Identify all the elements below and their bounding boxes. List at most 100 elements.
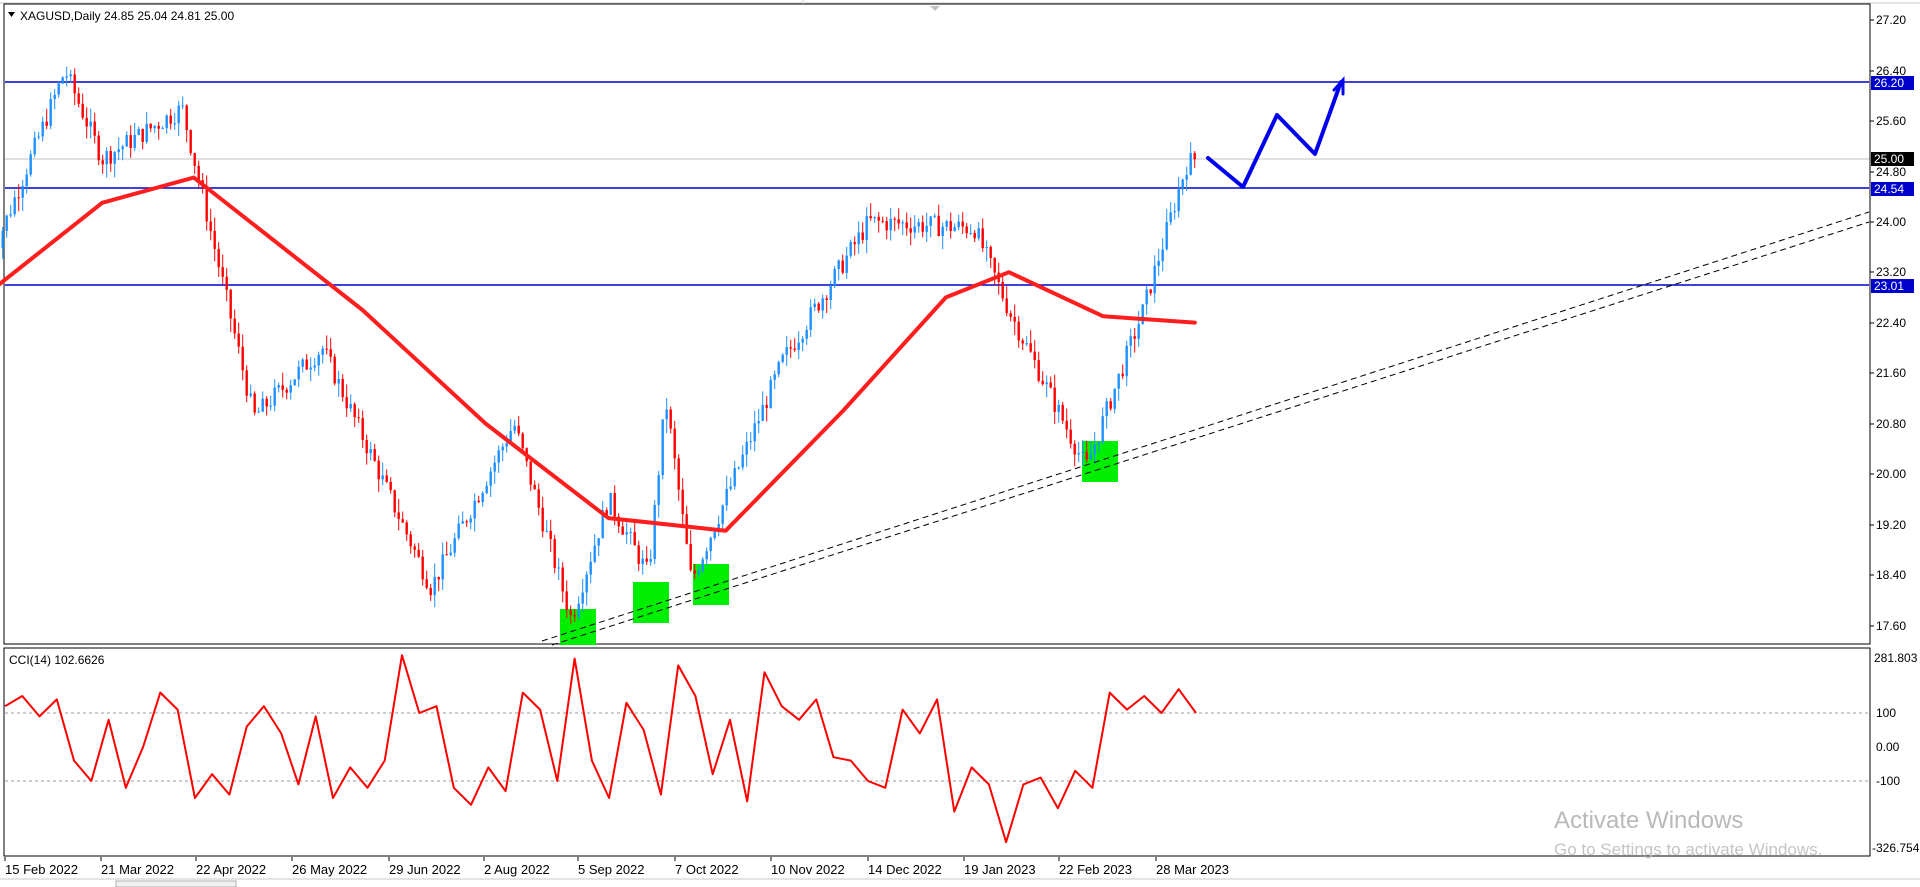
candle-bull xyxy=(1057,405,1060,412)
candle-bear xyxy=(353,404,356,418)
time-axis: 15 Feb 2022 21 Mar 2022 22 Apr 2022 26 M… xyxy=(4,857,1229,877)
candle-bear xyxy=(1193,153,1196,160)
price-panel[interactable] xyxy=(3,3,1871,645)
candle-bear xyxy=(185,105,188,131)
candle-bull xyxy=(957,221,960,228)
candle-bear xyxy=(573,615,576,617)
candle-bull xyxy=(301,359,304,367)
candle-bull xyxy=(917,222,920,227)
trading-chart[interactable]: 27.20 26.40 25.60 24.80 24.00 23.20 22.4… xyxy=(0,0,1920,887)
candle-bull xyxy=(1189,153,1192,175)
candle-bull xyxy=(597,538,600,546)
candle-bull xyxy=(1045,382,1048,385)
candle-bull xyxy=(37,136,40,138)
candle-bull xyxy=(757,421,760,424)
candle-bull xyxy=(913,226,916,233)
candle-bull xyxy=(369,449,372,454)
date-label: 5 Sep 2022 xyxy=(578,862,645,877)
candle-bear xyxy=(909,228,912,233)
candle-bear xyxy=(409,534,412,547)
candle-bull xyxy=(837,260,840,269)
candle-bear xyxy=(1121,373,1124,377)
candle-bear xyxy=(197,165,200,181)
candle-bull xyxy=(585,574,588,593)
date-label: 28 Mar 2023 xyxy=(1156,862,1229,877)
price-label: 21.60 xyxy=(1876,366,1906,380)
candle-bear xyxy=(393,490,396,513)
candle-bear xyxy=(285,389,288,393)
candle-bull xyxy=(181,105,184,107)
candle-bull xyxy=(1185,174,1188,180)
candle-bear xyxy=(1085,451,1088,460)
candle-bear xyxy=(77,93,80,104)
candle-bull xyxy=(801,338,804,343)
candle-bull xyxy=(769,379,772,408)
candle-bull xyxy=(1077,453,1080,455)
candle-bull xyxy=(741,454,744,468)
candle-bear xyxy=(877,216,880,221)
candle-bear xyxy=(1109,401,1112,409)
candle-bull xyxy=(513,425,516,431)
candle-bull xyxy=(773,374,776,380)
price-tag-23-01: 23.01 xyxy=(1874,279,1904,293)
candle-bull xyxy=(1093,444,1096,455)
candle-bear xyxy=(673,428,676,459)
candle-bear xyxy=(477,500,480,502)
candle-bull xyxy=(433,576,436,596)
candle-bull xyxy=(697,570,700,574)
date-label: 14 Dec 2022 xyxy=(868,862,942,877)
candle-bull xyxy=(469,518,472,523)
candle-bear xyxy=(169,115,172,124)
candle-bear xyxy=(253,393,256,413)
candle-bear xyxy=(221,267,224,277)
candle-bear xyxy=(225,276,228,290)
candle-bull xyxy=(33,137,36,155)
candle-bull xyxy=(857,232,860,245)
candle-bull xyxy=(609,493,612,515)
activation-watermark-title: Activate Windows xyxy=(1554,807,1743,834)
candle-bear xyxy=(281,385,284,390)
candle-bull xyxy=(501,446,504,451)
candle-bull xyxy=(441,554,444,580)
candle-bear xyxy=(325,348,328,350)
tab-strip[interactable] xyxy=(0,878,1920,887)
candle-bear xyxy=(1033,351,1036,361)
candle-bear xyxy=(373,449,376,461)
candle-bear xyxy=(989,246,992,258)
candle-bear xyxy=(645,558,648,562)
candle-bear xyxy=(417,549,420,557)
candle-bull xyxy=(113,152,116,164)
price-label: 23.20 xyxy=(1876,265,1906,279)
candle-bull xyxy=(969,232,972,234)
cci-label-100: 100 xyxy=(1876,706,1896,720)
candle-bear xyxy=(1069,429,1072,444)
candle-bull xyxy=(41,121,44,137)
candle-bear xyxy=(385,475,388,482)
price-label: 18.40 xyxy=(1876,568,1906,582)
candle-bear xyxy=(413,546,416,550)
date-label: 21 Mar 2022 xyxy=(101,862,174,877)
candle-bear xyxy=(905,222,908,229)
candle-bull xyxy=(1177,189,1180,212)
candle-bear xyxy=(217,249,220,268)
candle-bear xyxy=(613,493,616,517)
candle-bull xyxy=(485,485,488,493)
candle-bear xyxy=(841,260,844,273)
candle-bull xyxy=(833,269,836,287)
candle-bear xyxy=(897,219,900,224)
candle-bull xyxy=(593,545,596,562)
candle-bear xyxy=(429,588,432,596)
candle-bear xyxy=(793,348,796,350)
candle-bull xyxy=(657,475,660,505)
candle-bull xyxy=(173,123,176,125)
candle-bull xyxy=(641,558,644,564)
candle-bull xyxy=(1117,373,1120,389)
candle-bull xyxy=(61,77,64,84)
candle-bear xyxy=(689,543,692,571)
candle-bull xyxy=(165,115,168,129)
candle-bull xyxy=(941,226,944,236)
candle-bear xyxy=(533,484,536,490)
candle-bull xyxy=(269,405,272,407)
candle-bear xyxy=(437,576,440,580)
candle-bull xyxy=(649,559,652,562)
